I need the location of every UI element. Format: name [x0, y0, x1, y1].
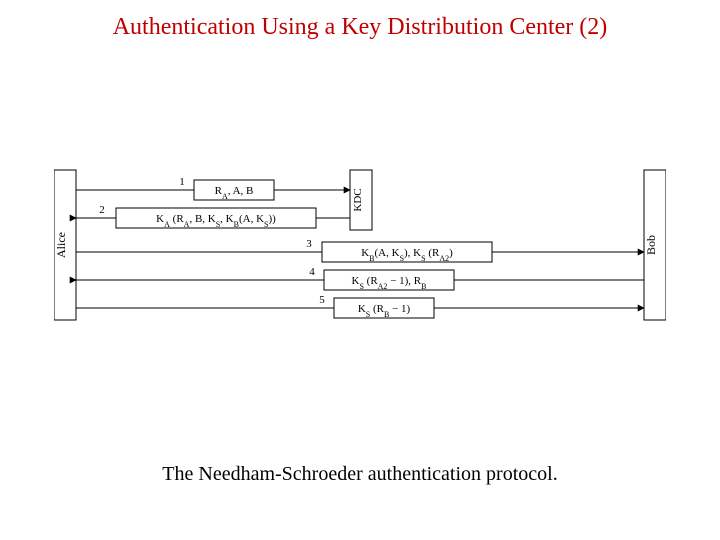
- slide-caption: The Needham-Schroeder authentication pro…: [0, 463, 720, 486]
- message-1: 1 RA, A, B: [76, 176, 350, 201]
- party-kdc-label: KDC: [352, 188, 364, 211]
- message-4: 4 KS (RA2 − 1), RB: [76, 266, 644, 291]
- message-3-num: 3: [306, 238, 312, 250]
- slide: Authentication Using a Key Distribution …: [0, 0, 720, 540]
- party-alice-box: Alice: [54, 170, 76, 320]
- protocol-diagram: Alice KDC Bob 1 RA, A, B: [54, 160, 666, 350]
- slide-title: Authentication Using a Key Distribution …: [0, 14, 720, 41]
- message-4-num: 4: [309, 266, 315, 278]
- message-5-num: 5: [319, 294, 325, 306]
- party-bob-label: Bob: [644, 235, 658, 255]
- party-kdc-box: KDC: [350, 170, 372, 230]
- party-bob-box: Bob: [644, 170, 666, 320]
- message-3: 3 KB(A, KS), KS (RA2): [76, 238, 644, 263]
- party-alice-label: Alice: [54, 232, 68, 258]
- message-1-num: 1: [179, 176, 185, 188]
- message-2: 2 KA (RA, B, KS, KB(A, KS)): [76, 204, 350, 229]
- message-2-num: 2: [99, 204, 105, 216]
- message-5: 5 KS (RB − 1): [76, 294, 644, 319]
